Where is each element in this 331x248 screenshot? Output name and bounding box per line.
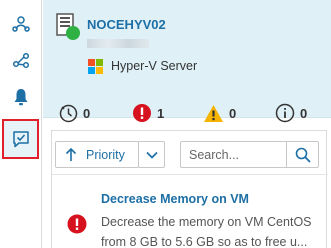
connections-icon bbox=[12, 52, 30, 69]
sidebar-item-connections[interactable] bbox=[3, 42, 39, 78]
topology-icon bbox=[12, 16, 30, 32]
count-warning[interactable]: 0 bbox=[203, 98, 236, 128]
status-online-indicator bbox=[66, 26, 80, 40]
recommendations-toolbar: Priority bbox=[52, 131, 328, 175]
redacted-address bbox=[87, 39, 149, 48]
sidebar-item-recommendations[interactable] bbox=[2, 119, 39, 159]
info-icon bbox=[275, 103, 295, 123]
search-button[interactable] bbox=[286, 142, 318, 167]
count-critical[interactable]: 1 bbox=[132, 98, 164, 128]
priority-sort-button[interactable]: Priority bbox=[55, 141, 139, 168]
search-box bbox=[180, 141, 319, 168]
count-info[interactable]: 0 bbox=[275, 98, 307, 128]
alerts-bell-icon bbox=[14, 89, 28, 106]
critical-icon bbox=[133, 104, 151, 122]
recommendation-title[interactable]: Decrease Memory on VM bbox=[101, 192, 249, 206]
sidebar-item-alerts[interactable] bbox=[3, 79, 39, 115]
critical-icon bbox=[67, 214, 87, 234]
warning-icon bbox=[204, 104, 223, 122]
priority-label: Priority bbox=[86, 147, 125, 162]
count-pending[interactable]: 0 bbox=[59, 98, 90, 128]
search-icon bbox=[295, 147, 311, 163]
sidebar bbox=[0, 0, 42, 248]
count-warning-value: 0 bbox=[229, 105, 237, 121]
search-input[interactable] bbox=[181, 142, 285, 167]
sidebar-item-topology[interactable] bbox=[3, 6, 39, 42]
clock-icon bbox=[59, 104, 78, 122]
recommendations-icon bbox=[12, 131, 29, 148]
recommendation-item[interactable]: Decrease Memory on VM Decrease the memor… bbox=[52, 181, 328, 248]
server-icon bbox=[56, 13, 80, 40]
recommendation-description: Decrease the memory on VM CentOS from 8 … bbox=[101, 215, 312, 248]
arrow-up-icon bbox=[65, 147, 77, 161]
chevron-down-icon bbox=[145, 151, 158, 159]
count-info-value: 0 bbox=[300, 105, 308, 121]
count-critical-value: 1 bbox=[157, 105, 165, 121]
recommendations-panel: Priority Decrease Memory on VM Decrease … bbox=[51, 130, 328, 248]
severity-counts: 0 1 0 0 bbox=[43, 98, 331, 128]
server-type: Hyper-V Server bbox=[111, 59, 198, 73]
sort-dropdown-button[interactable] bbox=[138, 141, 165, 168]
count-pending-value: 0 bbox=[83, 105, 91, 121]
windows-logo-icon bbox=[88, 59, 103, 74]
server-hostname[interactable]: NOCEHYV02 bbox=[87, 17, 166, 32]
